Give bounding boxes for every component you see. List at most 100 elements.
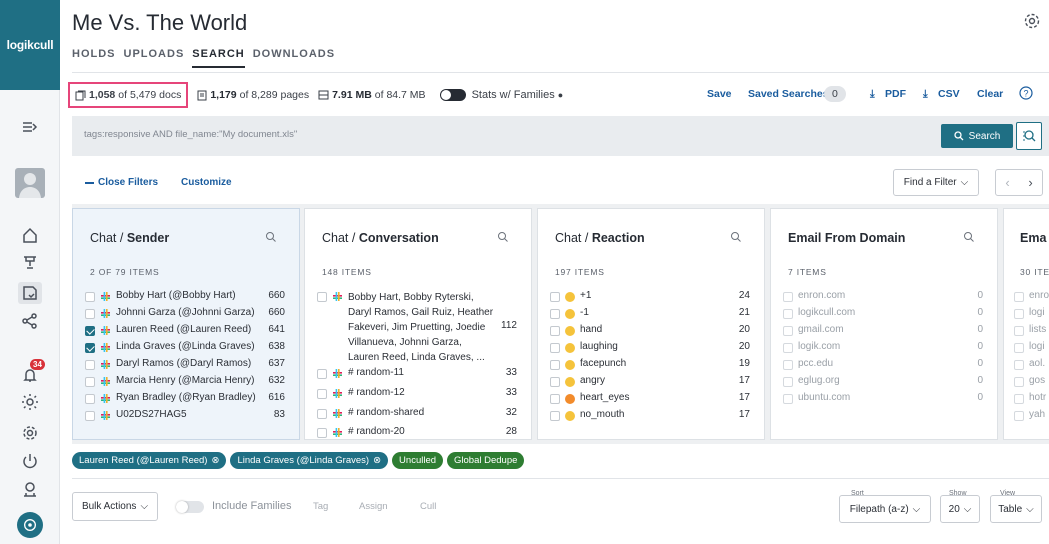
avatar[interactable]: [15, 168, 45, 198]
checkbox[interactable]: [783, 292, 793, 302]
gear-icon[interactable]: [1023, 12, 1041, 30]
list-item[interactable]: enron.com 0: [783, 290, 983, 307]
list-item[interactable]: gos: [1014, 375, 1049, 392]
list-item[interactable]: U02DS27HAG5 83: [85, 409, 285, 426]
save-button[interactable]: Save: [707, 88, 732, 100]
list-item[interactable]: logi: [1014, 341, 1049, 358]
list-item[interactable]: -1 21: [550, 307, 750, 324]
close-icon[interactable]: ⊗: [373, 455, 381, 466]
checkbox[interactable]: [85, 377, 95, 387]
customize-button[interactable]: Customize: [181, 177, 232, 188]
checkbox[interactable]: [317, 292, 327, 302]
share-icon[interactable]: [18, 310, 42, 332]
find-filter-dropdown[interactable]: Find a Filter ⌵: [893, 169, 979, 196]
checkbox[interactable]: [317, 389, 327, 399]
checkbox[interactable]: [550, 394, 560, 404]
checkbox[interactable]: [85, 360, 95, 370]
list-item[interactable]: pcc.edu 0: [783, 358, 983, 375]
list-item[interactable]: lists: [1014, 324, 1049, 341]
chevron-left-icon[interactable]: ‹: [1005, 175, 1009, 190]
checkbox[interactable]: [550, 343, 560, 353]
list-item[interactable]: # random-shared 32: [317, 407, 517, 424]
tag-button[interactable]: Tag: [313, 501, 328, 512]
checkbox-checked[interactable]: [85, 343, 95, 353]
checkbox[interactable]: [550, 411, 560, 421]
filter-chip[interactable]: Unculled: [392, 452, 444, 469]
checkbox[interactable]: [783, 326, 793, 336]
filter-chip[interactable]: Lauren Reed (@Lauren Reed) ⊗: [72, 452, 227, 469]
list-item[interactable]: Bobby Hart (@Bobby Hart) 660: [85, 290, 285, 307]
list-item[interactable]: +1 24: [550, 290, 750, 307]
list-item[interactable]: logik.com 0: [783, 341, 983, 358]
show-dropdown[interactable]: 20 ⌵: [940, 495, 980, 523]
search-icon[interactable]: [497, 231, 509, 243]
info-icon[interactable]: ●: [558, 90, 563, 100]
help-icon[interactable]: ?: [1019, 86, 1033, 100]
chevron-right-icon[interactable]: ›: [1028, 175, 1032, 190]
logo[interactable]: logikcull: [0, 0, 60, 90]
close-icon[interactable]: ⊗: [211, 455, 219, 466]
pdf-button[interactable]: PDF: [885, 88, 906, 100]
checkbox[interactable]: [1014, 326, 1024, 336]
checkbox[interactable]: [1014, 343, 1024, 353]
list-item[interactable]: # random-12 33: [317, 387, 517, 404]
list-item[interactable]: Johnni Garza (@Johnni Garza) 660: [85, 307, 285, 324]
list-item[interactable]: Ryan Bradley (@Ryan Bradley) 616: [85, 392, 285, 409]
search-icon[interactable]: [265, 231, 277, 243]
settings-icon[interactable]: [18, 422, 42, 444]
checkbox[interactable]: [317, 428, 327, 438]
expand-menu-icon[interactable]: [18, 116, 42, 138]
tab-uploads[interactable]: UPLOADS: [124, 48, 185, 68]
list-item[interactable]: eglug.org 0: [783, 375, 983, 392]
tab-search[interactable]: SEARCH: [192, 48, 245, 68]
checkbox[interactable]: [85, 411, 95, 421]
checkbox[interactable]: [317, 409, 327, 419]
search-icon[interactable]: [963, 231, 975, 243]
search-query-input[interactable]: tags:responsive AND file_name:"My docume…: [84, 129, 297, 140]
list-item[interactable]: Linda Graves (@Linda Graves) 638: [85, 341, 285, 358]
list-item[interactable]: logi: [1014, 307, 1049, 324]
checkbox[interactable]: [1014, 360, 1024, 370]
list-item[interactable]: facepunch 19: [550, 358, 750, 375]
checkbox-checked[interactable]: [85, 326, 95, 336]
brightness-icon[interactable]: [18, 391, 42, 413]
checkbox[interactable]: [1014, 309, 1024, 319]
csv-button[interactable]: CSV: [938, 88, 960, 100]
search-button[interactable]: Search: [941, 124, 1013, 148]
filter-chip[interactable]: Linda Graves (@Linda Graves) ⊗: [230, 452, 389, 469]
checkbox[interactable]: [1014, 292, 1024, 302]
checkbox[interactable]: [550, 360, 560, 370]
power-icon[interactable]: [18, 450, 42, 472]
home-icon[interactable]: [18, 224, 42, 246]
checkbox[interactable]: [85, 292, 95, 302]
checkbox[interactable]: [550, 292, 560, 302]
list-item[interactable]: hotr: [1014, 392, 1049, 409]
list-item[interactable]: laughing 20: [550, 341, 750, 358]
checkbox[interactable]: [1014, 377, 1024, 387]
search-docs-icon[interactable]: [18, 282, 42, 304]
list-item[interactable]: heart_eyes 17: [550, 392, 750, 409]
checkbox[interactable]: [550, 377, 560, 387]
checkbox[interactable]: [317, 369, 327, 379]
list-item[interactable]: # random-20 28: [317, 426, 517, 443]
include-families-toggle[interactable]: [176, 501, 204, 513]
filter-chip[interactable]: Global Dedupe: [447, 452, 525, 469]
checkbox[interactable]: [85, 394, 95, 404]
chat-icon[interactable]: [17, 512, 43, 538]
list-item[interactable]: angry 17: [550, 375, 750, 392]
list-item[interactable]: hand 20: [550, 324, 750, 341]
checkbox[interactable]: [783, 377, 793, 387]
cull-button[interactable]: Cull: [420, 501, 436, 512]
list-item[interactable]: # random-11 33: [317, 367, 517, 384]
list-item[interactable]: ubuntu.com 0: [783, 392, 983, 409]
checkbox[interactable]: [783, 309, 793, 319]
checkbox[interactable]: [1014, 411, 1024, 421]
search-icon[interactable]: [730, 231, 742, 243]
list-item[interactable]: Lauren Reed (@Lauren Reed) 641: [85, 324, 285, 341]
bulk-actions-dropdown[interactable]: Bulk Actions ⌵: [72, 492, 158, 521]
list-item[interactable]: aol.: [1014, 358, 1049, 375]
view-dropdown[interactable]: Table ⌵: [990, 495, 1042, 523]
support-icon[interactable]: [18, 478, 42, 500]
tab-holds[interactable]: HOLDS: [72, 48, 116, 68]
list-item[interactable]: enro: [1014, 290, 1049, 307]
